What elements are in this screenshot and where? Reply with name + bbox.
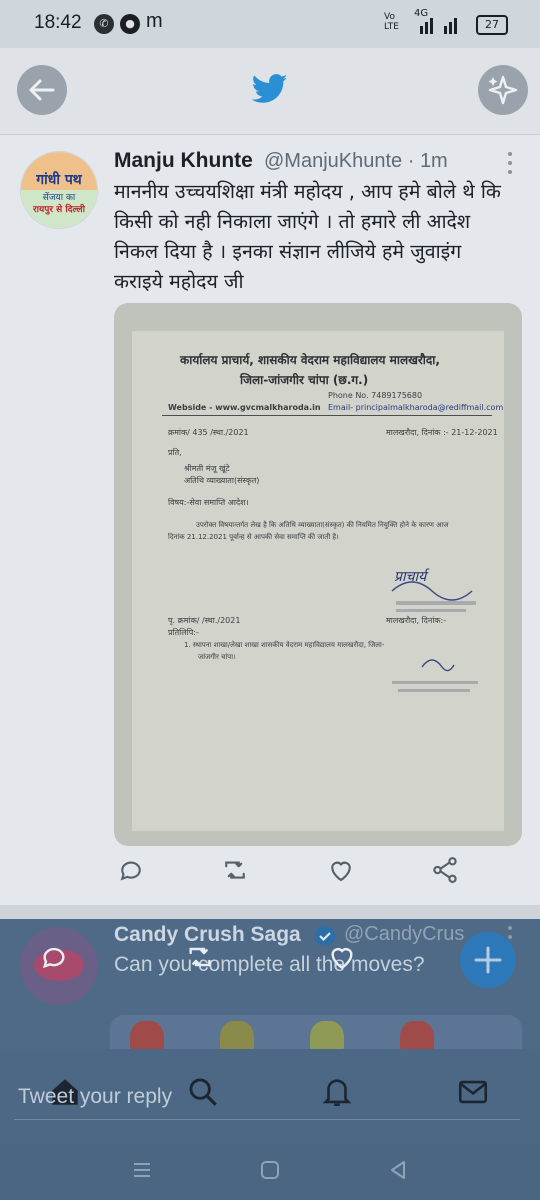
avatar-text-1: गांधी पथ: [36, 172, 82, 188]
doc-body-2: दिनांक 21.12.2021 पूर्वान्ह से आपकी सेवा…: [168, 533, 339, 541]
bottom-nav: Tweet your reply: [0, 1049, 540, 1144]
doc-subject: विषय:-सेवा समाप्ति आदेश।: [168, 498, 249, 507]
doc-ref-no: क्रमांक/ 435 /स्था./2021: [168, 428, 249, 437]
doc-copy-item-1: 1. स्थापना शाखा/लेखा शाखा शासकीय वेदराम …: [184, 641, 385, 649]
doc-heading-2: जिला-जांजगीर चांपा (छ.ग.): [240, 373, 369, 387]
promoted-media[interactable]: [110, 1015, 522, 1049]
tweet-divider: [0, 905, 540, 919]
promoted-tweet[interactable]: Candy Crush Saga @CandyCrus Can you comp…: [0, 919, 540, 1049]
avatar[interactable]: गांधी पथ सेंजया का रायपुर से दिल्ली: [20, 151, 98, 229]
signal-icon: [420, 18, 457, 34]
sparkle-button[interactable]: [478, 65, 528, 115]
doc-to-role: अतिथि व्याख्याता(संस्कृत): [184, 476, 260, 485]
plus-icon: [474, 946, 502, 974]
home-circle-icon[interactable]: [258, 1158, 282, 1182]
doc-phone: Phone No. 7489175680: [328, 391, 423, 400]
avatar-text-3: रायपुर से दिल्ली: [33, 205, 85, 215]
author-handle: @ManjuKhunte · 1m: [264, 150, 448, 172]
tweet-photo[interactable]: कार्यालय प्राचार्य, शासकीय वेदराम महाविद…: [114, 303, 522, 846]
battery-icon: 27: [476, 15, 508, 35]
promoted-text: Can you complete all the moves?: [114, 953, 425, 976]
doc-to-label: प्रति,: [168, 448, 182, 457]
top-app-bar: [0, 48, 540, 135]
whatsapp-icon: ✆: [94, 14, 114, 34]
twitter-bird-icon[interactable]: [252, 74, 288, 104]
status-bar: 18:42 ✆ ● m Vo LTE 4G 27: [0, 0, 540, 48]
messages-icon[interactable]: [456, 1075, 490, 1109]
tweet[interactable]: गांधी पथ सेंजया का रायपुर से दिल्ली Manj…: [0, 135, 540, 905]
promoted-retweet-icon[interactable]: [184, 941, 216, 973]
promoted-author-handle: @CandyCrus: [344, 923, 465, 945]
back-button[interactable]: [17, 65, 67, 115]
doc-email: Email- principalmalkharoda@rediffmail.co…: [328, 403, 504, 412]
arrow-left-icon: [29, 79, 55, 101]
seal-stamp-icon: [391, 581, 478, 692]
reply-underline: [14, 1119, 520, 1120]
back-triangle-icon[interactable]: [386, 1158, 410, 1182]
reply-icon[interactable]: [116, 855, 146, 885]
volte-icon: Vo LTE: [384, 12, 399, 32]
sparkle-icon: [488, 75, 518, 105]
document-paper: कार्यालय प्राचार्य, शासकीय वेदराम महाविद…: [132, 331, 504, 831]
doc-copy-label: प्रतिलिपि:-: [168, 628, 199, 637]
doc-website: Webside - www.gvcmalkharoda.in: [168, 403, 321, 412]
tweet-text: माननीय उच्चयशिक्षा मंत्री महोदय , आप हमे…: [114, 180, 501, 293]
system-nav-bar: [0, 1144, 540, 1200]
more-options-icon[interactable]: [500, 149, 520, 177]
promoted-reply-icon[interactable]: [38, 941, 70, 973]
doc-to-name: श्रीमती मंजू खूंटे: [184, 464, 230, 473]
like-icon[interactable]: [326, 855, 356, 885]
app-letter-icon: m: [146, 10, 163, 32]
doc-endorse-no: पृ. क्रमांक/ /स्था./2021: [168, 616, 241, 625]
compose-fab[interactable]: [460, 932, 516, 988]
reply-input[interactable]: Tweet your reply: [18, 1085, 172, 1109]
recents-icon[interactable]: [130, 1158, 154, 1182]
battery-level: 27: [485, 18, 499, 31]
doc-place-date: मालखरौदा, दिनांक :- 21-12-2021: [386, 428, 498, 437]
author-name[interactable]: Manju Khunte: [114, 149, 253, 173]
doc-copy-item-2: जांजगीर चांपा।: [198, 653, 236, 661]
camera-app-icon: ●: [120, 14, 140, 34]
promoted-like-icon[interactable]: [326, 941, 358, 973]
doc-body-1: उपरोक्त विषयान्तर्गत लेख है कि अतिथि व्य…: [196, 521, 449, 529]
status-time: 18:42: [34, 12, 82, 33]
doc-rule: [162, 415, 492, 416]
notifications-icon[interactable]: [320, 1075, 354, 1109]
doc-heading-1: कार्यालय प्राचार्य, शासकीय वेदराम महाविद…: [180, 353, 440, 367]
retweet-icon[interactable]: [220, 855, 250, 885]
search-icon[interactable]: [186, 1075, 220, 1109]
share-icon[interactable]: [430, 855, 460, 885]
